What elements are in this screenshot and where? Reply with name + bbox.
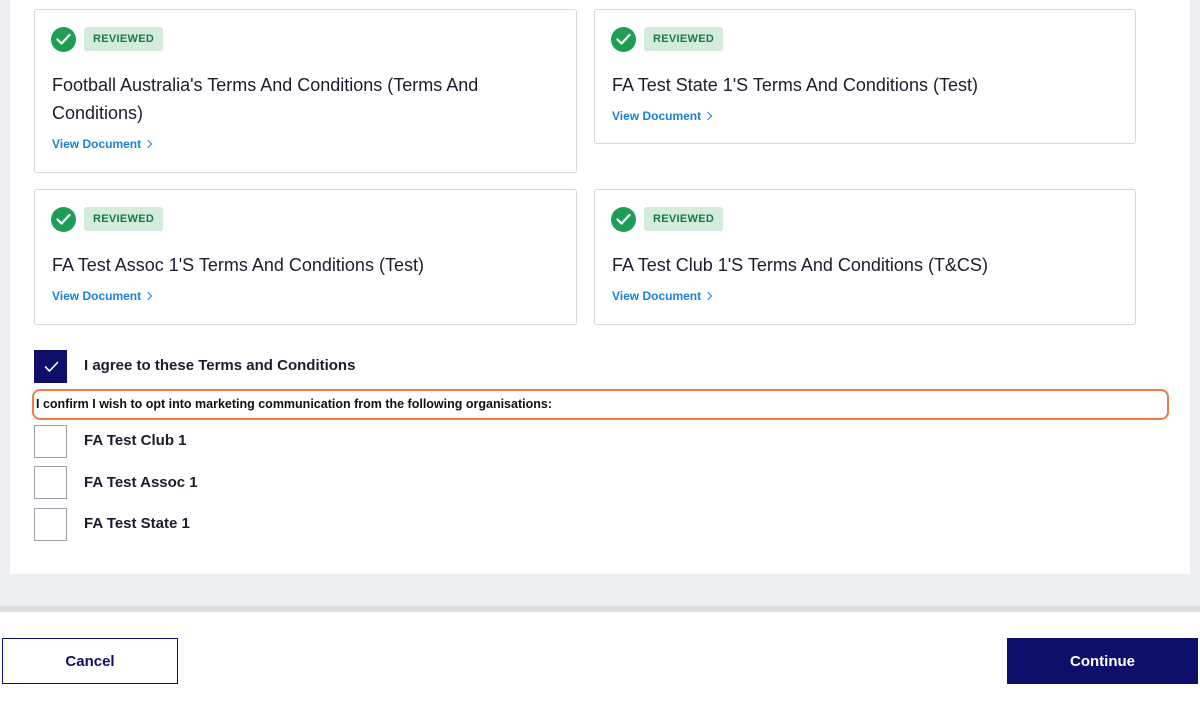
optin-label-club[interactable]: FA Test Club 1	[84, 432, 187, 449]
status-badge: REVIEWED	[84, 27, 164, 51]
document-card: REVIEWED FA Test State 1'S Terms And Con…	[594, 9, 1136, 144]
document-title: FA Test Club 1'S Terms And Conditions (T…	[612, 255, 988, 275]
document-card: REVIEWED FA Test Club 1'S Terms And Cond…	[594, 189, 1136, 325]
view-document-link[interactable]: View Document	[52, 289, 153, 303]
check-circle-icon	[611, 207, 636, 232]
chevron-right-icon	[143, 291, 153, 301]
continue-button[interactable]: Continue	[1007, 638, 1198, 684]
document-title: FA Test Assoc 1'S Terms And Conditions (…	[52, 255, 424, 275]
document-title: Football Australia's Terms And Condition…	[52, 75, 479, 123]
status-badge: REVIEWED	[644, 207, 724, 231]
view-document-label: View Document	[612, 109, 702, 123]
document-card: REVIEWED FA Test Assoc 1'S Terms And Con…	[34, 189, 577, 325]
optin-checkbox-assoc[interactable]	[34, 466, 67, 499]
check-circle-icon	[51, 207, 76, 232]
status-badge: REVIEWED	[644, 27, 724, 51]
view-document-link[interactable]: View Document	[612, 109, 713, 123]
view-document-link[interactable]: View Document	[612, 289, 713, 303]
document-card: REVIEWED Football Australia's Terms And …	[34, 9, 577, 173]
marketing-optin-prompt: I confirm I wish to opt into marketing c…	[36, 397, 552, 411]
agree-checkbox[interactable]	[34, 350, 67, 383]
optin-checkbox-state[interactable]	[34, 508, 67, 541]
view-document-label: View Document	[52, 137, 142, 151]
chevron-right-icon	[703, 111, 713, 121]
check-circle-icon	[611, 27, 636, 52]
view-document-link[interactable]: View Document	[52, 137, 153, 151]
optin-checkbox-club[interactable]	[34, 425, 67, 458]
optin-label-state[interactable]: FA Test State 1	[84, 515, 190, 532]
document-title: FA Test State 1'S Terms And Conditions (…	[612, 75, 978, 95]
check-circle-icon	[51, 27, 76, 52]
cancel-button[interactable]: Cancel	[2, 638, 178, 684]
optin-label-assoc[interactable]: FA Test Assoc 1	[84, 474, 198, 491]
footer-bar: Cancel Continue	[0, 612, 1200, 709]
view-document-label: View Document	[52, 289, 142, 303]
chevron-right-icon	[143, 139, 153, 149]
status-badge: REVIEWED	[84, 207, 164, 231]
agree-label[interactable]: I agree to these Terms and Conditions	[84, 357, 355, 374]
checkmark-icon	[44, 361, 59, 372]
view-document-label: View Document	[612, 289, 702, 303]
chevron-right-icon	[703, 291, 713, 301]
